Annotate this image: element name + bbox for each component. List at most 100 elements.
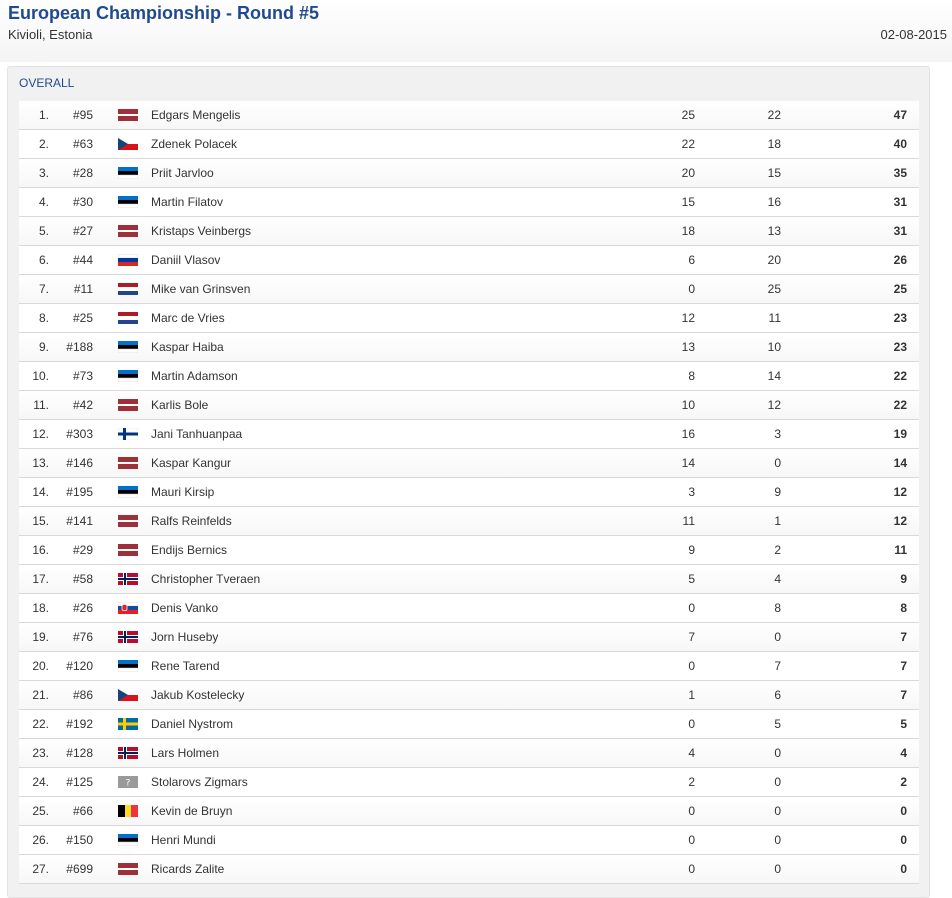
race-number: #120 — [66, 659, 93, 673]
table-row[interactable]: 6. #44 Daniil Vlasov 6 20 26 — [19, 246, 919, 275]
race-1-points: 16 — [681, 427, 695, 441]
race-1-points: 20 — [681, 166, 695, 180]
total-points: 0 — [900, 804, 907, 818]
race-1-points: 22 — [681, 137, 695, 151]
race-2-points: 0 — [774, 775, 781, 789]
total-points: 31 — [893, 195, 907, 209]
position: 8. — [38, 311, 49, 325]
rider-name: Lars Holmen — [151, 746, 220, 760]
rider-name: Henri Mundi — [151, 833, 216, 847]
table-row[interactable]: 21. #86 Jakub Kostelecky 1 6 7 — [19, 681, 919, 710]
table-row[interactable]: 13. #146 Kaspar Kangur 14 0 14 — [19, 449, 919, 478]
race-number: #76 — [72, 630, 93, 644]
rider-name: Ricards Zalite — [151, 862, 225, 876]
position: 15. — [32, 514, 49, 528]
table-row[interactable]: 22. #192 Daniel Nystrom 0 5 5 — [19, 710, 919, 739]
total-points: 19 — [893, 427, 907, 441]
position: 11. — [33, 398, 49, 412]
table-row[interactable]: 8. #25 Marc de Vries 12 11 23 — [19, 304, 919, 333]
race-number: #128 — [66, 746, 93, 760]
netherlands-flag-icon — [118, 312, 138, 324]
table-row[interactable]: 18. #26 Denis Vanko 0 8 8 — [19, 594, 919, 623]
table-row[interactable]: 9. #188 Kaspar Haiba 13 10 23 — [19, 333, 919, 362]
estonia-flag-icon — [118, 660, 138, 672]
latvia-flag-icon — [118, 515, 138, 527]
total-points: 9 — [900, 572, 907, 586]
finland-flag-icon — [118, 428, 138, 440]
table-row[interactable]: 15. #141 Ralfs Reinfelds 11 1 12 — [19, 507, 919, 536]
rider-name: Zdenek Polacek — [151, 137, 238, 151]
race-number: #146 — [66, 456, 93, 470]
norway-flag-icon — [118, 631, 138, 643]
rider-name: Ralfs Reinfelds — [151, 514, 232, 528]
estonia-flag-icon — [118, 196, 138, 208]
table-row[interactable]: 1. #95 Edgars Mengelis 25 22 47 — [19, 101, 919, 130]
race-1-points: 0 — [688, 833, 695, 847]
race-1-points: 15 — [681, 195, 695, 209]
table-row[interactable]: 7. #11 Mike van Grinsven 0 25 25 — [19, 275, 919, 304]
position: 2. — [38, 137, 49, 151]
race-2-points: 13 — [767, 224, 781, 238]
table-row[interactable]: 23. #128 Lars Holmen 4 0 4 — [19, 739, 919, 768]
race-number: #26 — [72, 601, 93, 615]
position: 12. — [32, 427, 49, 441]
sweden-flag-icon — [118, 718, 138, 730]
rider-name: Christopher Tveraen — [151, 572, 261, 586]
position: 16. — [32, 543, 49, 557]
race-1-points: 0 — [688, 282, 695, 296]
race-1-points: 10 — [681, 398, 695, 412]
position: 6. — [38, 253, 49, 267]
total-points: 22 — [893, 398, 907, 412]
table-row[interactable]: 19. #76 Jorn Huseby 7 0 7 — [19, 623, 919, 652]
table-row[interactable]: 24. #125 Stolarovs Zigmars 2 0 2? — [19, 768, 919, 797]
estonia-flag-icon — [118, 341, 138, 353]
race-2-points: 16 — [767, 195, 781, 209]
table-row[interactable]: 4. #30 Martin Filatov 15 16 31 — [19, 188, 919, 217]
table-row[interactable]: 27. #699 Ricards Zalite 0 0 0 — [19, 855, 919, 884]
position: 5. — [38, 224, 49, 238]
position: 22. — [32, 717, 49, 731]
position: 19. — [32, 630, 49, 644]
table-row[interactable]: 16. #29 Endijs Bernics 9 2 11 — [19, 536, 919, 565]
table-row[interactable]: 10. #73 Martin Adamson 8 14 22 — [19, 362, 919, 391]
total-points: 14 — [893, 456, 907, 470]
page-header: European Championship - Round #5 Kivioli… — [0, 0, 952, 62]
race-2-points: 0 — [774, 804, 781, 818]
table-row[interactable]: 5. #27 Kristaps Veinbergs 18 13 31 — [19, 217, 919, 246]
rider-name: Endijs Bernics — [151, 543, 228, 557]
belgium-flag-icon — [118, 805, 138, 817]
table-row[interactable]: 2. #63 Zdenek Polacek 22 18 40 — [19, 130, 919, 159]
table-row[interactable]: 26. #150 Henri Mundi 0 0 0 — [19, 826, 919, 855]
event-date: 02-08-2015 — [880, 27, 948, 42]
race-2-points: 4 — [774, 572, 781, 586]
table-row[interactable]: 20. #120 Rene Tarend 0 7 7 — [19, 652, 919, 681]
race-number: #30 — [72, 195, 93, 209]
position: 4. — [38, 195, 49, 209]
position: 10. — [32, 369, 49, 383]
rider-name: Jorn Huseby — [151, 630, 219, 644]
race-1-points: 5 — [688, 572, 695, 586]
estonia-flag-icon — [118, 486, 138, 498]
race-number: #86 — [72, 688, 93, 702]
position: 27. — [32, 862, 49, 876]
table-row[interactable]: 25. #66 Kevin de Bruyn 0 0 0 — [19, 797, 919, 826]
total-points: 23 — [893, 311, 907, 325]
race-2-points: 5 — [774, 717, 781, 731]
race-1-points: 13 — [681, 340, 695, 354]
table-row[interactable]: 14. #195 Mauri Kirsip 3 9 12 — [19, 478, 919, 507]
table-row[interactable]: 12. #303 Jani Tanhuanpaa 16 3 19 — [19, 420, 919, 449]
race-1-points: 0 — [688, 862, 695, 876]
table-row[interactable]: 11. #42 Karlis Bole 10 12 22 — [19, 391, 919, 420]
race-2-points: 9 — [774, 485, 781, 499]
table-row[interactable]: 3. #28 Priit Jarvloo 20 15 35 — [19, 159, 919, 188]
total-points: 7 — [900, 630, 907, 644]
race-2-points: 0 — [774, 833, 781, 847]
race-number: #29 — [72, 543, 93, 557]
table-row[interactable]: 17. #58 Christopher Tveraen 5 4 9 — [19, 565, 919, 594]
norway-flag-icon — [118, 573, 138, 585]
race-number: #27 — [72, 224, 93, 238]
race-2-points: 0 — [774, 456, 781, 470]
total-points: 23 — [893, 340, 907, 354]
race-1-points: 4 — [688, 746, 695, 760]
rider-name: Denis Vanko — [151, 601, 219, 615]
